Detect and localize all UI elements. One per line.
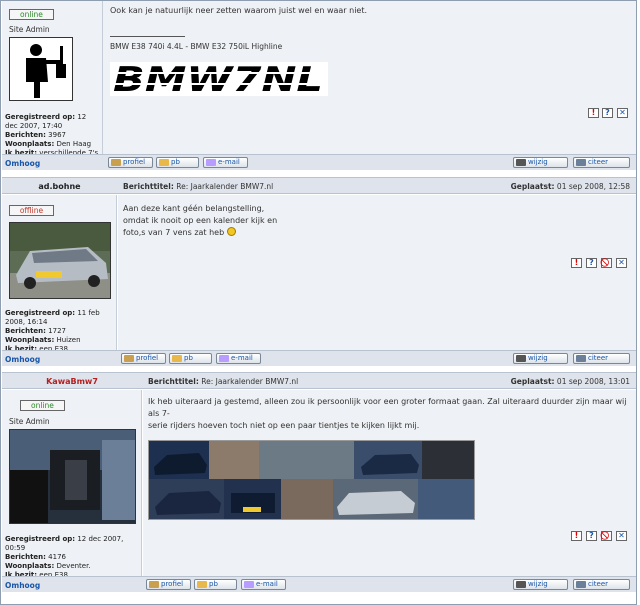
back-to-top-link[interactable]: Omhoog xyxy=(5,355,40,364)
profile-icon xyxy=(149,581,159,588)
post-2-footer: Omhoog profiel pb e-mail wijzig citeer xyxy=(2,350,636,366)
email-button[interactable]: e-mail xyxy=(216,353,261,364)
online-status-badge: online xyxy=(20,400,65,411)
post-1-content: Ook kan je natuurlijk neer zetten waarom… xyxy=(103,1,636,154)
profile-icon xyxy=(124,355,134,362)
back-to-top-link[interactable]: Omhoog xyxy=(5,581,40,590)
signature: BMW E38 740i 4.4L - BMW E32 750iL Highli… xyxy=(110,42,283,51)
user-meta: Geregistreerd op: 11 feb 2008, 16:14 Ber… xyxy=(5,309,100,353)
pm-icon xyxy=(159,159,169,166)
post-1-footer: Omhoog profiel pb e-mail wijzig citeer xyxy=(2,154,636,170)
quote-icon xyxy=(576,581,586,588)
calendar-photo-collage[interactable] xyxy=(148,440,475,520)
profile-icon xyxy=(111,159,121,166)
pm-icon xyxy=(172,355,182,362)
email-icon xyxy=(219,355,229,362)
back-to-top-link[interactable]: Omhoog xyxy=(5,159,40,168)
post-author[interactable]: KawaBmw7 xyxy=(2,377,142,386)
quote-icon xyxy=(576,355,586,362)
post-3-header: KawaBmw7 Berichttitel: Re: Jaarkalender … xyxy=(2,372,636,389)
avatar xyxy=(9,429,136,524)
quote-button[interactable]: citeer xyxy=(573,157,630,168)
post-body: Ook kan je natuurlijk neer zetten waarom… xyxy=(110,6,368,15)
logo-text: BMW7NL xyxy=(113,62,323,96)
smiley-icon xyxy=(226,227,236,236)
quote-button[interactable]: citeer xyxy=(573,579,630,590)
signature-divider xyxy=(110,36,185,37)
delete-icon[interactable]: ✕ xyxy=(616,531,627,541)
email-icon xyxy=(206,159,216,166)
post-author[interactable]: ad.bohne xyxy=(2,182,117,191)
post-2-content: Aan deze kant géén belangstelling, omdat… xyxy=(118,195,636,350)
post-2: ad.bohne Berichttitel: Re: Jaarkalender … xyxy=(2,174,636,367)
edit-button[interactable]: wijzig xyxy=(513,353,568,364)
quote-icon xyxy=(576,159,586,166)
post-subject: Berichttitel: Re: Jaarkalender BMW7.nl xyxy=(148,377,299,386)
pm-icon xyxy=(197,581,207,588)
post-timestamp: Geplaatst: 01 sep 2008, 13:01 xyxy=(510,377,630,386)
delete-icon[interactable]: ✕ xyxy=(616,258,627,268)
info-icon[interactable]: ? xyxy=(586,531,597,541)
email-button[interactable]: e-mail xyxy=(203,157,248,168)
profile-button[interactable]: profiel xyxy=(146,579,191,590)
bmw7nl-logo: BMW7NL xyxy=(110,60,328,100)
offline-status-badge: offline xyxy=(9,205,54,216)
post-1: online Site Admin Geregistreerd op: 12 d… xyxy=(2,1,636,171)
ban-icon[interactable]: ⃠ xyxy=(601,531,612,541)
post-3-footer: Omhoog profiel pb e-mail wijzig citeer xyxy=(2,576,636,592)
user-rank: Site Admin xyxy=(9,417,50,426)
edit-icon xyxy=(516,159,526,166)
pm-button[interactable]: pb xyxy=(169,353,212,364)
quote-button[interactable]: citeer xyxy=(573,353,630,364)
user-meta: Geregistreerd op: 12 dec 2007, 17:40 Ber… xyxy=(5,113,99,157)
user-rank: Site Admin xyxy=(9,25,50,34)
post-body: Aan deze kant géén belangstelling, omdat… xyxy=(123,204,278,237)
report-icon[interactable]: ! xyxy=(571,531,582,541)
post-body: Ik heb uiteraard ja gestemd, alleen zou … xyxy=(148,397,627,430)
avatar xyxy=(9,222,111,299)
post-timestamp: Geplaatst: 01 sep 2008, 12:58 xyxy=(510,182,630,191)
info-icon[interactable]: ? xyxy=(586,258,597,268)
profile-button[interactable]: profiel xyxy=(108,157,153,168)
online-status-badge: online xyxy=(9,9,54,20)
pm-button[interactable]: pb xyxy=(156,157,199,168)
edit-icon xyxy=(516,355,526,362)
forum-topic-frame: online Site Admin Geregistreerd op: 12 d… xyxy=(0,0,637,605)
edit-icon xyxy=(516,581,526,588)
email-icon xyxy=(244,581,254,588)
post-3-profile: online Site Admin Geregistreerd op: 12 d… xyxy=(2,390,142,579)
info-icon[interactable]: ? xyxy=(602,108,613,118)
post-2-profile: offline Geregistreerd op: 11 feb 2008, 1… xyxy=(2,195,117,353)
report-icon[interactable]: ! xyxy=(588,108,599,118)
edit-button[interactable]: wijzig xyxy=(513,579,568,590)
ban-icon[interactable]: ⃠ xyxy=(601,258,612,268)
post-3: KawaBmw7 Berichttitel: Re: Jaarkalender … xyxy=(2,369,636,599)
post-1-profile: online Site Admin Geregistreerd op: 12 d… xyxy=(2,1,103,157)
edit-button[interactable]: wijzig xyxy=(513,157,568,168)
pm-button[interactable]: pb xyxy=(194,579,237,590)
post-2-header: ad.bohne Berichttitel: Re: Jaarkalender … xyxy=(2,177,636,194)
email-button[interactable]: e-mail xyxy=(241,579,286,590)
profile-button[interactable]: profiel xyxy=(121,353,166,364)
avatar xyxy=(9,37,73,101)
report-icon[interactable]: ! xyxy=(571,258,582,268)
user-meta: Geregistreerd op: 12 dec 2007, 00:59 Ber… xyxy=(5,535,124,579)
post-subject: Berichttitel: Re: Jaarkalender BMW7.nl xyxy=(123,182,274,191)
post-3-content: Ik heb uiteraard ja gestemd, alleen zou … xyxy=(143,390,636,579)
delete-icon[interactable]: ✕ xyxy=(617,108,628,118)
